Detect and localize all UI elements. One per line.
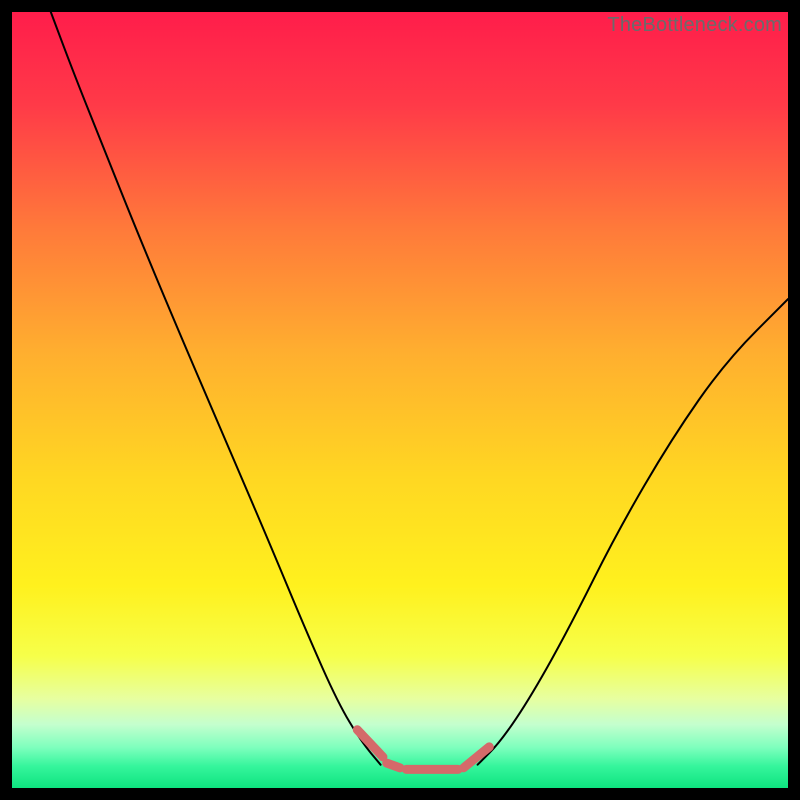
series-optimal-zone — [387, 763, 400, 768]
watermark-text: TheBottleneck.com — [607, 14, 782, 37]
chart-frame: TheBottleneck.com — [12, 12, 788, 788]
bottleneck-chart — [12, 12, 788, 788]
chart-background — [12, 12, 788, 788]
